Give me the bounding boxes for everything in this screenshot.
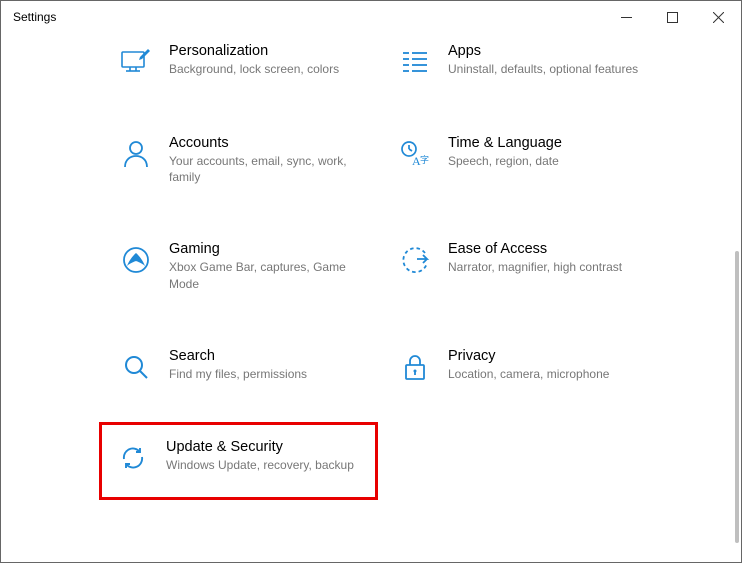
tile-title: Personalization <box>169 43 372 59</box>
tile-gaming[interactable]: Gaming Xbox Game Bar, captures, Game Mod… <box>113 237 378 295</box>
privacy-icon <box>398 350 432 384</box>
settings-content: Personalization Background, lock screen,… <box>1 33 741 562</box>
gaming-icon <box>119 243 153 277</box>
tile-title: Update & Security <box>166 439 369 455</box>
tile-title: Time & Language <box>448 135 651 151</box>
close-button[interactable] <box>695 1 741 33</box>
minimize-button[interactable] <box>603 1 649 33</box>
tile-ease-of-access[interactable]: Ease of Access Narrator, magnifier, high… <box>392 237 657 295</box>
scrollbar[interactable] <box>735 251 739 543</box>
tile-title: Accounts <box>169 135 372 151</box>
svg-text:字: 字 <box>420 154 429 165</box>
accounts-icon <box>119 137 153 171</box>
tile-subtitle: Your accounts, email, sync, work, family <box>169 153 372 185</box>
ease-of-access-icon <box>398 243 432 277</box>
window-controls <box>603 1 741 33</box>
tile-accounts[interactable]: Accounts Your accounts, email, sync, wor… <box>113 131 378 189</box>
search-icon <box>119 350 153 384</box>
tile-privacy[interactable]: Privacy Location, camera, microphone <box>392 344 657 388</box>
personalization-icon <box>119 45 153 79</box>
tile-title: Privacy <box>448 348 651 364</box>
update-security-icon <box>116 441 150 475</box>
time-language-icon: A 字 <box>398 137 432 171</box>
apps-icon <box>398 45 432 79</box>
tile-subtitle: Windows Update, recovery, backup <box>166 457 369 473</box>
window-title: Settings <box>13 10 56 24</box>
tile-apps[interactable]: Apps Uninstall, defaults, optional featu… <box>392 39 657 83</box>
tile-title: Search <box>169 348 372 364</box>
settings-grid: Personalization Background, lock screen,… <box>113 39 705 478</box>
tile-subtitle: Narrator, magnifier, high contrast <box>448 259 651 275</box>
tile-subtitle: Find my files, permissions <box>169 366 372 382</box>
tile-search[interactable]: Search Find my files, permissions <box>113 344 378 388</box>
tile-title: Ease of Access <box>448 241 651 257</box>
tile-subtitle: Xbox Game Bar, captures, Game Mode <box>169 259 372 291</box>
tile-time-language[interactable]: A 字 Time & Language Speech, region, date <box>392 131 657 189</box>
maximize-button[interactable] <box>649 1 695 33</box>
tile-subtitle: Location, camera, microphone <box>448 366 651 382</box>
tile-update-security[interactable]: Update & Security Windows Update, recove… <box>99 422 378 500</box>
tile-subtitle: Speech, region, date <box>448 153 651 169</box>
tile-personalization[interactable]: Personalization Background, lock screen,… <box>113 39 378 83</box>
tile-title: Apps <box>448 43 651 59</box>
tile-subtitle: Uninstall, defaults, optional features <box>448 61 651 77</box>
tile-title: Gaming <box>169 241 372 257</box>
tile-subtitle: Background, lock screen, colors <box>169 61 372 77</box>
